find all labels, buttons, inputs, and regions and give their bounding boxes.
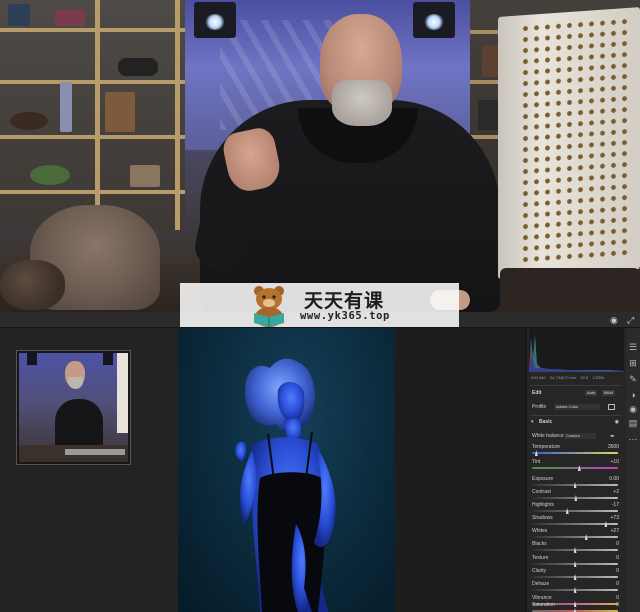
slider-track[interactable] — [532, 534, 618, 540]
histogram — [529, 328, 624, 372]
slider-track[interactable] — [532, 561, 618, 567]
slider-track[interactable] — [532, 508, 618, 514]
slider-value[interactable]: 3500 — [608, 442, 619, 452]
speaker-base — [500, 268, 640, 312]
expand-icon[interactable]: ⤢ — [627, 315, 634, 325]
healing-icon[interactable]: ✎ — [628, 374, 638, 384]
edit-panel: ISO 640 24-70@70 mm f/2.8 1/250s Edit Au… — [526, 328, 626, 612]
slider-track[interactable] — [532, 521, 618, 527]
slider-value[interactable]: +10 — [611, 457, 619, 467]
edit-icon[interactable]: ☰ — [628, 342, 638, 352]
white-balance-label: White balance — [532, 433, 564, 439]
slider-label: Tint — [532, 459, 541, 465]
slider-value[interactable]: 0 — [616, 539, 619, 549]
slider-label: Texture — [532, 555, 549, 561]
slider-value[interactable]: -17 — [612, 500, 619, 510]
slider-track[interactable] — [532, 574, 618, 580]
slider-value[interactable]: 0.00 — [609, 474, 619, 484]
slider-row-exposure: Exposure 0.00 — [530, 474, 625, 484]
slider-label: Saturation — [532, 602, 555, 608]
speaker-grille-panel — [498, 7, 640, 279]
slider-row-temperature: Temperature 3500 — [530, 442, 625, 452]
lens-value: 24-70@70 mm — [549, 375, 577, 380]
basic-section-header[interactable]: ▾ Basic ◉ — [530, 417, 625, 427]
more-icon[interactable]: ⋯ — [628, 434, 638, 444]
eye-icon[interactable]: ◉ — [610, 315, 618, 325]
watermark-url: www.yk365.top — [300, 310, 390, 322]
watermark-title: 天天有课 — [304, 290, 385, 312]
bw-button[interactable]: B&W — [602, 390, 616, 396]
slider-track[interactable] — [532, 547, 618, 553]
slider-track[interactable] — [532, 450, 618, 456]
masking-icon[interactable]: ◑ — [628, 390, 638, 400]
slider-label: Dehaze — [532, 581, 550, 587]
slider-track[interactable] — [532, 495, 618, 501]
aperture-value: f/2.8 — [580, 375, 589, 380]
presets-icon[interactable]: ▤ — [628, 418, 638, 428]
white-balance-row: White balance Custom ✒ — [530, 431, 625, 441]
slider-value[interactable]: 0 — [616, 566, 619, 576]
profile-select[interactable]: Adobe Color — [554, 404, 600, 410]
instructor-video-frame — [0, 0, 640, 312]
eye-toggle-icon[interactable]: ◉ — [615, 417, 619, 427]
app-window: ◉ ⤢ ISO 640 24-70@70 mm f/2.8 1/250s Edi… — [0, 0, 640, 612]
instructor-beard — [332, 80, 392, 126]
slider-row-shadows: Shadows +73 — [530, 513, 625, 523]
slider-value[interactable]: +27 — [611, 526, 619, 536]
slider-label: Shadows — [532, 515, 553, 521]
wall-lamp-right — [413, 2, 455, 38]
slider-row-clarity: Clarity 0 — [530, 566, 625, 576]
slider-row-whites: Whites +27 — [530, 526, 625, 536]
chevron-down-icon[interactable]: ▾ — [531, 417, 534, 427]
red-eye-icon[interactable]: ◉ — [628, 404, 638, 414]
basic-header-label: Basic — [539, 419, 553, 425]
leather-stool — [0, 260, 65, 310]
edit-tab-label[interactable]: Edit — [532, 388, 541, 398]
profile-browser-icon[interactable] — [608, 404, 615, 410]
bear-logo — [254, 286, 284, 327]
profile-row: Profile Adobe Color — [530, 402, 625, 412]
slider-row-tint: Tint +10 — [530, 457, 625, 467]
iso-value: ISO 640 — [531, 375, 546, 380]
thumbnail-image — [19, 353, 128, 462]
slider-value[interactable]: +73 — [611, 513, 619, 523]
slider-row-dehaze: Dehaze 0 — [530, 579, 625, 589]
slider-row-saturation: Saturation 0 — [530, 600, 625, 610]
slider-value[interactable]: 0 — [616, 600, 619, 610]
slider-value[interactable]: 0 — [616, 579, 619, 589]
site-watermark: 天天有课 www.yk365.top — [180, 283, 459, 327]
slider-label: Whites — [532, 528, 548, 534]
photo-metadata: ISO 640 24-70@70 mm f/2.8 1/250s — [531, 375, 625, 383]
slider-row-contrast: Contrast +2 — [530, 487, 625, 497]
slider-label: Highlights — [532, 502, 554, 508]
slider-label: Clarity — [532, 568, 547, 574]
eyedropper-icon[interactable]: ✒ — [610, 432, 615, 442]
wall-lamp-left — [194, 2, 236, 38]
slider-label: Blacks — [532, 541, 547, 547]
filmstrip-panel — [0, 328, 178, 612]
slider-value[interactable]: 0 — [616, 553, 619, 563]
photo-editor: ◉ ⤢ ISO 640 24-70@70 mm f/2.8 1/250s Edi… — [0, 312, 640, 612]
edited-photo — [178, 328, 395, 612]
auto-button[interactable]: Auto — [585, 390, 598, 396]
white-balance-select[interactable]: Custom — [564, 433, 596, 439]
tool-strip: ☰ ⊞ ✎ ◑ ◉ ▤ ⋯ — [626, 328, 640, 612]
shutter-value: 1/250s — [592, 375, 605, 380]
left-bookshelf — [0, 0, 185, 230]
slider-label: Contrast — [532, 489, 551, 495]
photo-thumbnail[interactable] — [16, 350, 131, 465]
slider-track[interactable] — [532, 482, 618, 488]
slider-value[interactable]: +2 — [613, 487, 619, 497]
slider-track[interactable] — [532, 587, 618, 593]
profile-label: Profile — [532, 404, 547, 410]
portrait-figure — [235, 358, 336, 612]
crop-icon[interactable]: ⊞ — [628, 358, 638, 368]
slider-track[interactable] — [532, 465, 618, 471]
slider-row-texture: Texture 0 — [530, 553, 625, 563]
slider-label: Exposure — [532, 476, 554, 482]
edit-header-row: Edit Auto B&W — [530, 388, 625, 398]
image-canvas[interactable] — [178, 328, 526, 612]
slider-row-blacks: Blacks 0 — [530, 539, 625, 549]
slider-row-highlights: Highlights -17 — [530, 500, 625, 510]
